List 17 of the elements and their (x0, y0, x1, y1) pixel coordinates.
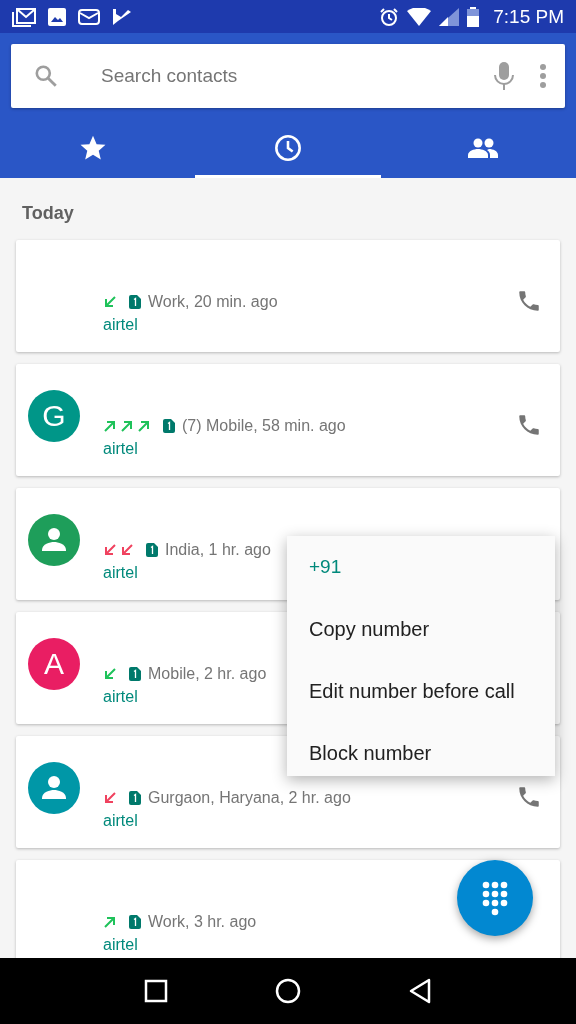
call-details: Mobile, 2 hr. ago (148, 665, 267, 683)
clock-time: 7:15 PM (493, 5, 564, 28)
carrier-name: airtel (103, 688, 138, 706)
call-details: (7) Mobile, 58 min. ago (182, 417, 346, 435)
section-header: Today (21, 202, 75, 225)
call-details: Gurgaon, Haryana, 2 hr. ago (148, 789, 351, 807)
carrier-name: airtel (103, 564, 138, 582)
call-details: Work, 3 hr. ago (148, 913, 257, 931)
carrier-name: airtel (103, 936, 138, 954)
phone-number: +91 (309, 556, 343, 579)
carrier-name: airtel (103, 812, 138, 830)
carrier-name: airtel (103, 316, 138, 334)
avatar: A (28, 638, 80, 690)
carrier-name: airtel (103, 440, 138, 458)
call-details: Work, 20 min. ago (148, 293, 278, 311)
avatar: G (28, 390, 80, 442)
call-details: India, 1 hr. ago (165, 541, 271, 559)
